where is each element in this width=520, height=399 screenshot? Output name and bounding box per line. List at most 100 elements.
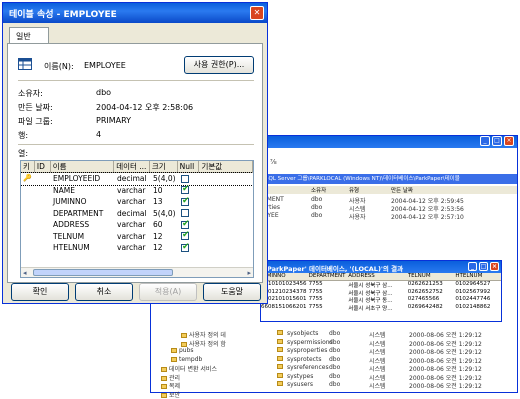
table-row[interactable]: 6601210234378 7755 서울시 성북구 삼... 0262652752 0… xyxy=(261,289,501,297)
column-size: 12 xyxy=(153,231,163,241)
row-cell xyxy=(35,231,51,243)
column-type: varchar xyxy=(117,220,146,229)
tree-label: 사용자 정의 함 xyxy=(189,340,226,348)
null-checkbox[interactable] xyxy=(181,219,190,230)
grid-header-key[interactable]: 키 xyxy=(21,161,35,172)
help-button[interactable]: 도움말 xyxy=(203,283,261,301)
ok-button[interactable]: 확인 xyxy=(11,283,69,301)
horizontal-scrollbar[interactable]: ◂ ▸ xyxy=(21,267,253,277)
grid-header-name[interactable]: 이름 xyxy=(51,161,115,172)
null-checkbox[interactable] xyxy=(181,174,189,183)
query-results-window: 'ParkPaper' 데이터베이스, '(LOCAL)'의 결과 _ □ × … xyxy=(260,260,502,322)
list-item[interactable]: dbo xyxy=(329,347,340,354)
column-name: EMPLOYEEID xyxy=(53,174,101,183)
folder-icon xyxy=(171,356,177,362)
table-row[interactable]: NAME varchar 10 xyxy=(21,185,253,197)
list-item[interactable]: sysreferences xyxy=(287,364,329,371)
list-item[interactable]: dbo xyxy=(311,212,322,219)
owner-value: dbo xyxy=(96,88,112,97)
minimize-icon[interactable]: _ xyxy=(480,136,490,146)
list-item[interactable]: systypes xyxy=(287,373,313,380)
close-icon[interactable]: ✕ xyxy=(250,6,264,20)
minimize-icon[interactable]: _ xyxy=(468,262,477,271)
folder-icon xyxy=(161,384,167,389)
column-size: 5(4,0) xyxy=(153,208,176,218)
tree-label: 보안 xyxy=(169,391,181,399)
table-row[interactable]: TELNUM varchar 12 xyxy=(21,231,253,243)
list-item[interactable]: dbo xyxy=(329,364,340,371)
null-checkbox[interactable] xyxy=(181,231,190,241)
scroll-left-icon[interactable]: ◂ xyxy=(23,269,27,277)
table-row[interactable]: DEPARTMENT decimal 5(4,0) xyxy=(21,208,253,220)
list-item[interactable]: 2004-04-12 오후 2:57:10 xyxy=(391,212,464,221)
row-cell xyxy=(35,208,51,220)
row-cell: 7755 xyxy=(308,303,323,310)
list-item[interactable]: sysobjects xyxy=(287,330,318,337)
grid-header-null[interactable]: Null xyxy=(178,161,200,172)
list-item[interactable]: dbo xyxy=(329,381,340,388)
null-checkbox[interactable] xyxy=(181,196,190,207)
list-item[interactable]: sysproperties xyxy=(287,347,327,354)
columns-grid[interactable]: 키 ID 이름 데이터 ... 크기 Null 기본값 🔑 EMPLOYEEID d… xyxy=(20,160,254,278)
grid-header-default[interactable]: 기본값 xyxy=(199,161,253,172)
maximize-icon[interactable]: □ xyxy=(479,262,488,271)
list-item[interactable]: 시스템 xyxy=(369,381,386,390)
list-item[interactable]: dbo xyxy=(329,330,340,337)
tree-item[interactable]: pubs xyxy=(171,347,194,354)
dialog-title: 테이블 속성 - EMPLOYEE xyxy=(9,10,117,20)
list-item[interactable]: dbo xyxy=(311,196,322,203)
row-cell: 0102447746 xyxy=(455,296,491,302)
null-cell xyxy=(179,173,201,185)
tree-item[interactable]: tempdb xyxy=(171,356,202,363)
table-row[interactable]: 7710101023456 7755 서울시 성북구 삼... 0262621253 0… xyxy=(261,281,501,289)
table-row[interactable]: HTELNUM varchar 12 xyxy=(21,242,253,254)
table-row[interactable]: 🔑 EMPLOYEEID decimal 5(4,0) xyxy=(21,172,253,186)
tab-general[interactable]: 일반 xyxy=(9,27,49,43)
column-size: 60 xyxy=(153,220,163,229)
tree-label: tempdb xyxy=(179,355,203,363)
permissions-button[interactable]: 사용 권한(P)... xyxy=(184,56,254,74)
table-row[interactable]: 7302101015601 7755 서울시 성북구 동... 027465566 01… xyxy=(261,296,501,304)
cancel-button[interactable]: 취소 xyxy=(75,283,133,301)
column-name: ADDRESS xyxy=(53,220,90,229)
apply-button[interactable]: 적용(A) xyxy=(139,283,197,301)
list-item[interactable]: dbo xyxy=(311,204,322,211)
table-row[interactable]: JUMINNO varchar 13 xyxy=(21,196,253,208)
list-item[interactable]: dbo xyxy=(329,356,340,363)
close-icon[interactable]: × xyxy=(490,262,499,271)
list-item[interactable]: dbo xyxy=(329,339,340,346)
tree-item[interactable]: 보안 xyxy=(161,390,180,399)
maximize-icon[interactable]: □ xyxy=(492,136,502,146)
table-icon xyxy=(277,381,283,386)
column-size: 10 xyxy=(153,185,163,195)
folder-icon xyxy=(181,341,187,347)
null-checkbox[interactable] xyxy=(181,242,190,253)
list-item[interactable]: 사용자 xyxy=(349,212,366,221)
grid-header-type[interactable]: 데이터 ... xyxy=(114,161,150,172)
row-cell: 7755 xyxy=(308,281,323,287)
scroll-right-icon[interactable]: ▸ xyxy=(247,269,251,277)
close-icon[interactable]: × xyxy=(504,136,514,146)
table-row[interactable]: ADDRESS varchar 60 xyxy=(21,219,253,231)
null-checkbox[interactable] xyxy=(181,209,189,217)
list-item[interactable]: sysusers xyxy=(287,381,313,388)
column-name: HTELNUM xyxy=(53,243,90,252)
list-item[interactable]: sysprotects xyxy=(287,356,321,363)
created-label: 만든 날짜: xyxy=(18,103,53,112)
folder-icon xyxy=(161,392,167,398)
table-row[interactable]: 6608151066201 7755 서울시 서초구 양... 0269642482 0… xyxy=(261,304,501,312)
grid-header-id[interactable]: ID xyxy=(35,161,51,172)
scroll-thumb[interactable] xyxy=(33,269,173,276)
list-item[interactable]: 2000-08-06 오전 1:29:12 xyxy=(409,381,482,390)
row-cell: 0262652752 xyxy=(407,288,443,295)
null-checkbox[interactable] xyxy=(181,185,190,195)
null-cell xyxy=(179,196,201,208)
table-icon xyxy=(277,338,283,344)
row-cell: 6601210234378 xyxy=(261,288,307,295)
list-item[interactable]: dbo xyxy=(329,373,340,380)
grid-header-size[interactable]: 크기 xyxy=(150,161,178,172)
table-icon xyxy=(277,372,283,378)
row-cell: 서울시 서초구 양... xyxy=(348,305,393,312)
column-type: varchar xyxy=(117,197,146,206)
list-item[interactable]: syspermissions xyxy=(287,339,333,346)
